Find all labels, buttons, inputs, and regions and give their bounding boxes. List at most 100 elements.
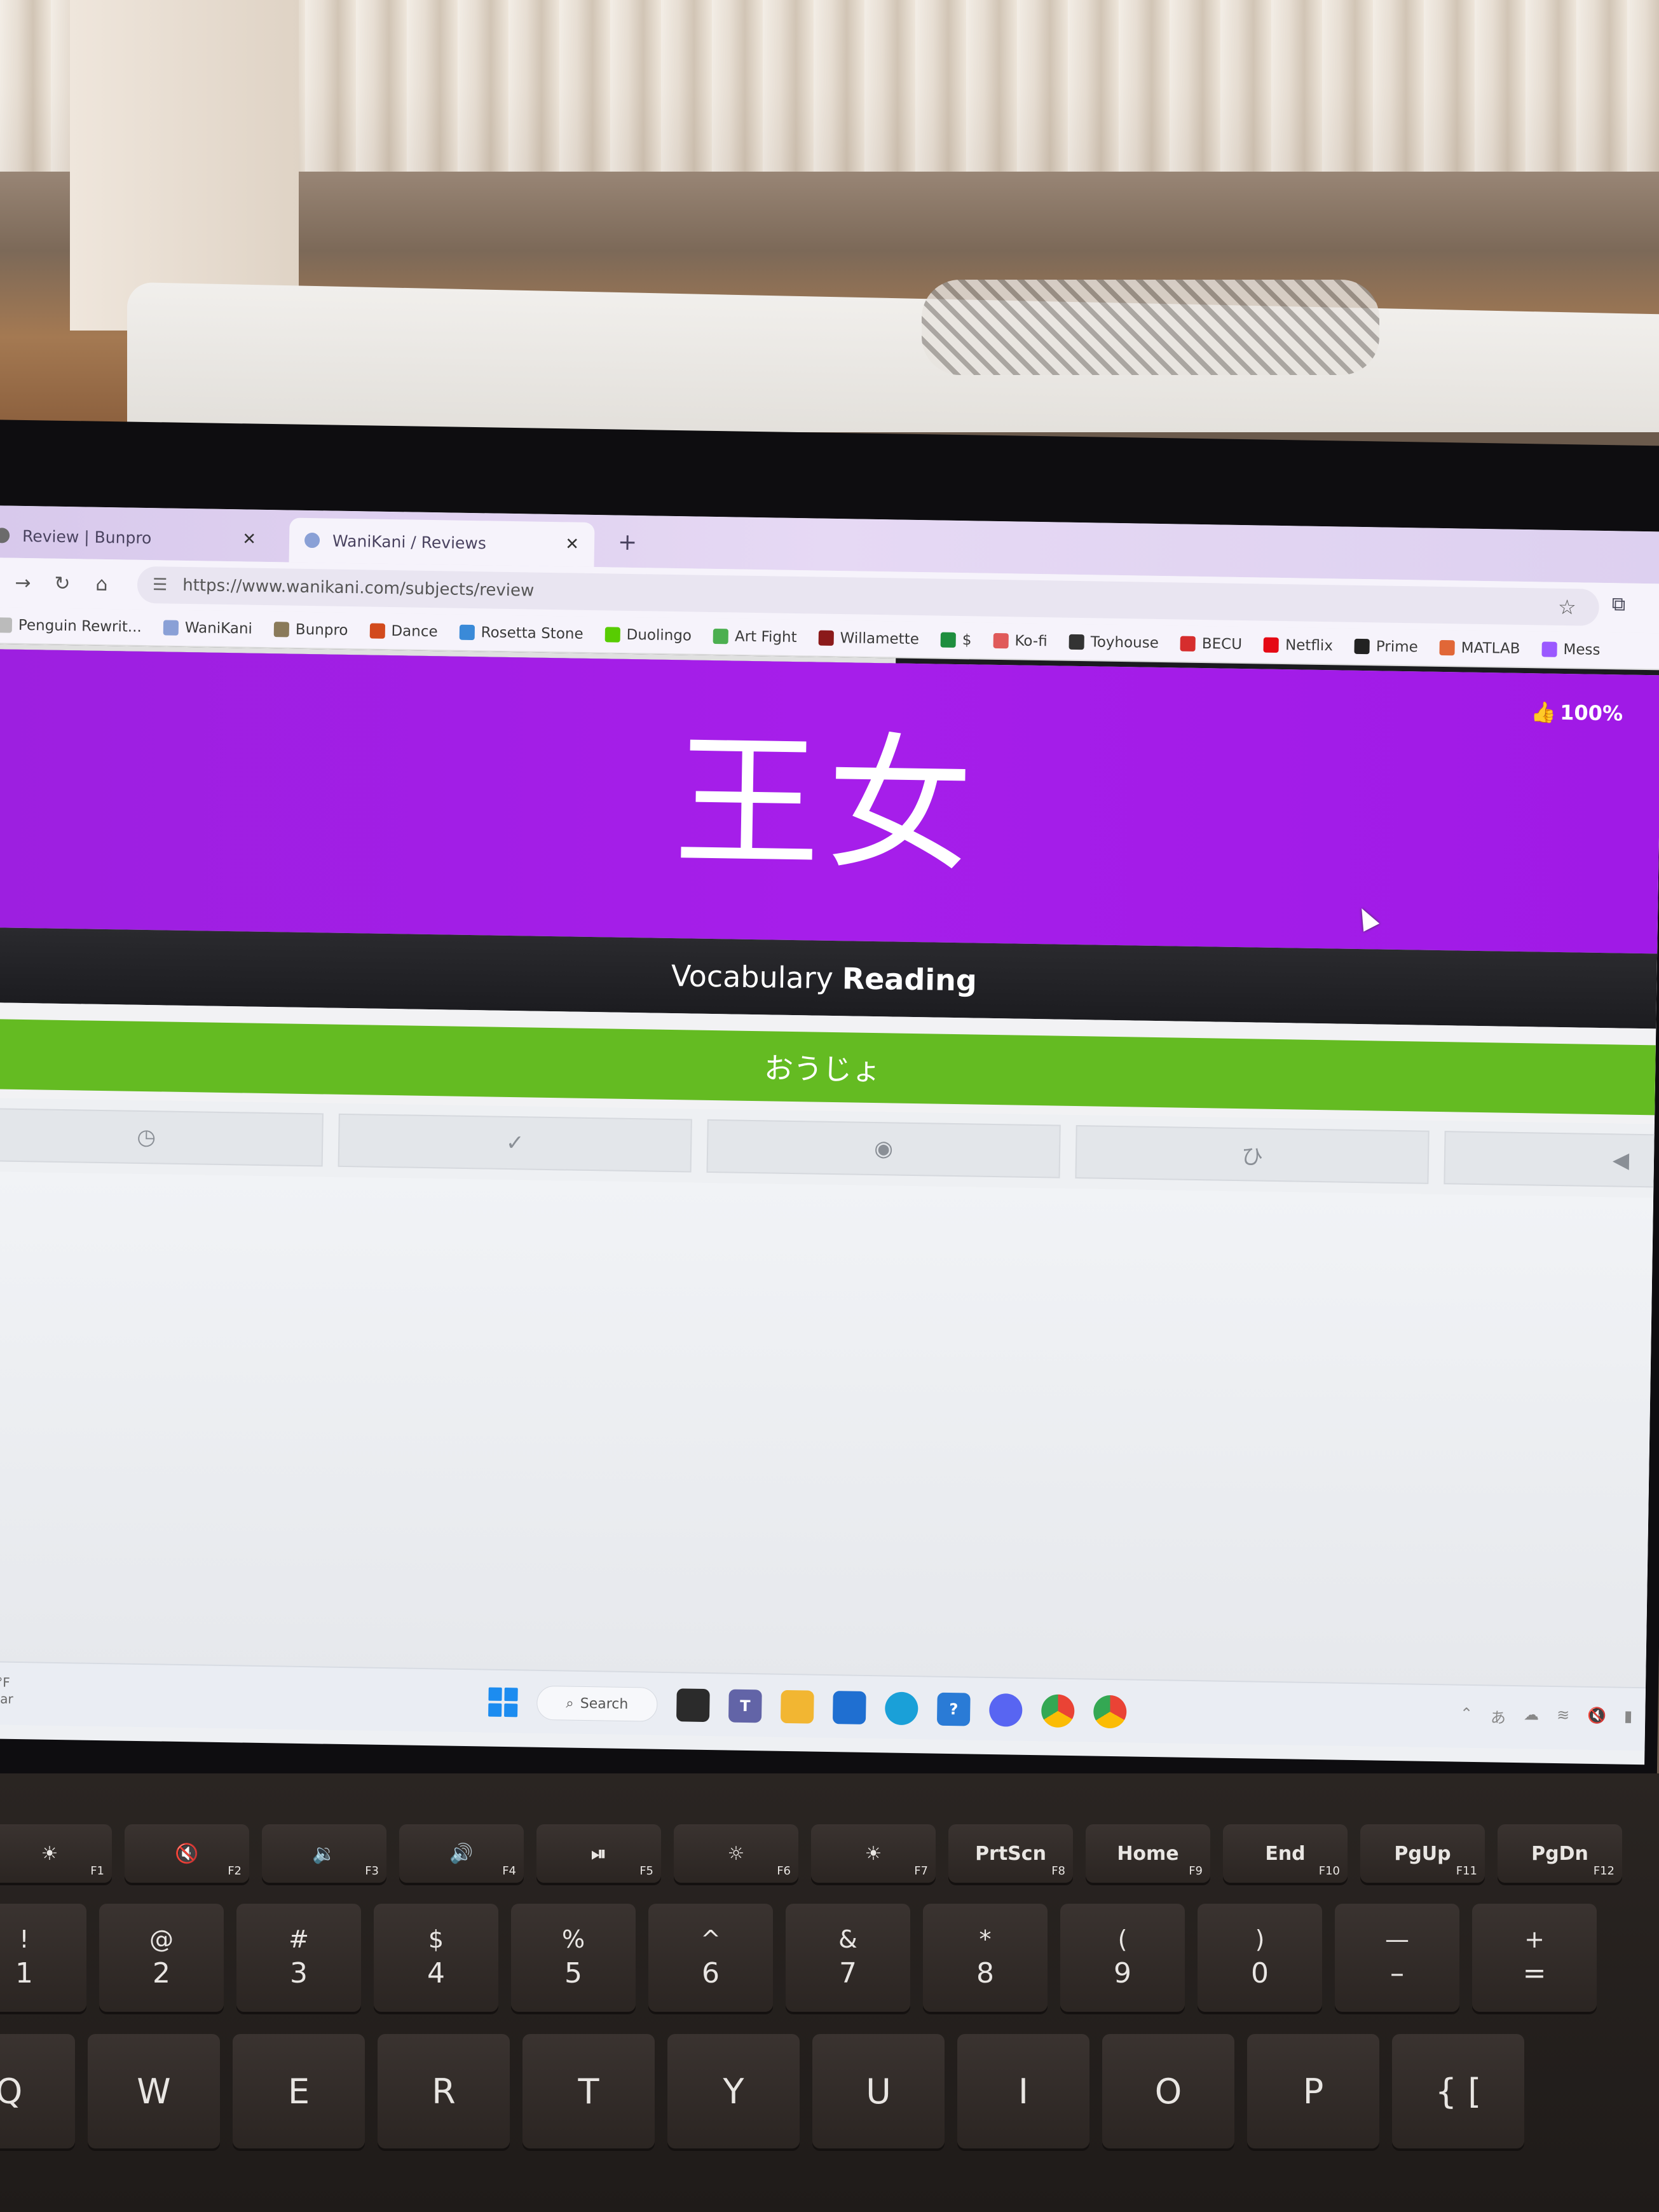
- number-key[interactable]: + =: [1472, 1904, 1597, 2012]
- home-icon[interactable]: ⌂: [88, 570, 116, 599]
- answer-input[interactable]: [568, 1046, 1077, 1089]
- last-items-button[interactable]: ◷: [0, 1107, 324, 1167]
- bookmark-item[interactable]: Ko-fi: [993, 632, 1048, 650]
- extensions-icon[interactable]: ⧉: [1611, 593, 1641, 623]
- bookmark-item[interactable]: Netflix: [1263, 637, 1333, 654]
- function-key[interactable]: Home F9: [1086, 1824, 1210, 1883]
- function-key[interactable]: ☼ F6: [674, 1824, 798, 1883]
- number-key[interactable]: ) 0: [1198, 1904, 1322, 2012]
- subject-character-area: 👍 100% 王女: [0, 649, 1659, 954]
- bookmark-star-icon[interactable]: ☆: [1558, 595, 1576, 619]
- letter-key[interactable]: { [: [1392, 2034, 1524, 2148]
- onedrive-icon[interactable]: ☁: [1524, 1705, 1539, 1728]
- function-key[interactable]: 🔉 F3: [262, 1824, 386, 1883]
- audio-button[interactable]: ◀: [1444, 1131, 1659, 1190]
- store-icon[interactable]: [832, 1691, 866, 1724]
- letter-key[interactable]: W: [88, 2034, 220, 2148]
- function-key[interactable]: PgUp F11: [1360, 1824, 1485, 1883]
- file-explorer-icon[interactable]: [780, 1690, 814, 1724]
- number-key[interactable]: ^ 6: [648, 1904, 773, 2012]
- new-tab-button[interactable]: +: [618, 529, 638, 556]
- function-key[interactable]: ☀ F1: [0, 1824, 112, 1883]
- close-tab-icon[interactable]: ✕: [565, 535, 579, 554]
- function-key[interactable]: ⏯ F5: [536, 1824, 661, 1883]
- number-key[interactable]: ! 1: [0, 1904, 86, 2012]
- function-key[interactable]: PgDn F12: [1498, 1824, 1622, 1883]
- key-label: End: [1265, 1842, 1306, 1865]
- taskbar-search[interactable]: ⌕ Search: [536, 1685, 658, 1722]
- letter-key[interactable]: P: [1247, 2034, 1379, 2148]
- function-key[interactable]: End F10: [1223, 1824, 1348, 1883]
- teams-icon[interactable]: T: [728, 1689, 762, 1723]
- answer-field-correct[interactable]: [0, 1019, 1656, 1116]
- number-key[interactable]: % 5: [511, 1904, 636, 2012]
- letter-key[interactable]: U: [812, 2034, 945, 2148]
- bookmark-item[interactable]: BECU: [1180, 636, 1242, 653]
- discord-icon[interactable]: [988, 1693, 1023, 1727]
- bookmark-item[interactable]: Toyhouse: [1068, 634, 1159, 652]
- mute-icon[interactable]: 🔇: [1587, 1707, 1606, 1729]
- forward-arrow-icon[interactable]: →: [9, 569, 38, 597]
- letter-key[interactable]: Q: [0, 2034, 75, 2148]
- function-key[interactable]: 🔇 F2: [125, 1824, 249, 1883]
- bookmark-item[interactable]: Art Fight: [713, 628, 797, 646]
- reload-icon[interactable]: ↻: [48, 570, 77, 598]
- bookmark-item[interactable]: Rosetta Stone: [459, 624, 584, 643]
- tab-bunpro-review[interactable]: Review | Bunpro ✕: [0, 513, 272, 562]
- key-label: 9: [1114, 1957, 1131, 1990]
- battery-icon[interactable]: ▮: [1624, 1707, 1633, 1730]
- number-key[interactable]: — –: [1335, 1904, 1459, 2012]
- task-view-icon[interactable]: [676, 1688, 710, 1723]
- weather-temp: 88°F: [0, 1674, 10, 1690]
- bookmark-item[interactable]: Willamette: [818, 630, 919, 648]
- bookmark-item[interactable]: MATLAB: [1439, 639, 1520, 657]
- key-fn-label: F12: [1593, 1864, 1615, 1878]
- number-key[interactable]: (9: [1060, 1904, 1185, 2012]
- number-key[interactable]: * 8: [923, 1904, 1048, 2012]
- view-info-button[interactable]: ◉: [706, 1119, 1061, 1178]
- site-settings-icon[interactable]: ☰: [153, 575, 168, 594]
- url-text[interactable]: https://www.wanikani.com/subjects/review: [182, 576, 534, 601]
- function-key[interactable]: 🔊 F4: [399, 1824, 524, 1883]
- letter-key[interactable]: I: [957, 2034, 1089, 2148]
- key-fn-label: F8: [1051, 1864, 1065, 1878]
- bookmark-item[interactable]: Penguin Rewrit...: [0, 617, 142, 636]
- ime-indicator[interactable]: あ: [1491, 1705, 1506, 1727]
- key-label: Y: [723, 2071, 744, 2112]
- function-key[interactable]: PrtScn F8: [948, 1824, 1073, 1883]
- letter-key[interactable]: T: [522, 2034, 655, 2148]
- bookmark-item[interactable]: $: [940, 632, 972, 648]
- number-key[interactable]: $4: [374, 1904, 498, 2012]
- start-button-icon[interactable]: [488, 1687, 518, 1717]
- bookmark-item[interactable]: Mess: [1541, 641, 1601, 659]
- add-synonym-button[interactable]: ひ: [1075, 1125, 1430, 1184]
- edge-icon[interactable]: [884, 1691, 918, 1726]
- bookmark-item[interactable]: Dance: [369, 622, 438, 640]
- wifi-icon[interactable]: ≋: [1557, 1706, 1570, 1728]
- number-key[interactable]: & 7: [786, 1904, 910, 2012]
- letter-key[interactable]: R: [378, 2034, 510, 2148]
- letter-key[interactable]: Y: [667, 2034, 800, 2148]
- bookmark-label: Duolingo: [626, 626, 692, 645]
- help-icon[interactable]: ?: [936, 1692, 971, 1726]
- bookmark-item[interactable]: Bunpro: [273, 621, 348, 639]
- key-fn-label: F6: [777, 1864, 791, 1878]
- letter-key[interactable]: E: [233, 2034, 365, 2148]
- bookmark-item[interactable]: Duolingo: [604, 626, 692, 644]
- weather-widget[interactable]: 88°F Clear: [0, 1674, 13, 1707]
- key-label: Q: [0, 2071, 23, 2112]
- chevron-up-icon[interactable]: ⌃: [1460, 1705, 1473, 1727]
- letter-key[interactable]: O: [1102, 2034, 1234, 2148]
- bookmark-label: Art Fight: [734, 628, 797, 646]
- close-tab-icon[interactable]: ✕: [242, 529, 256, 549]
- chrome-profile-icon[interactable]: [1093, 1695, 1127, 1729]
- bookmark-item[interactable]: Prime: [1354, 638, 1418, 655]
- number-key[interactable]: #3: [236, 1904, 361, 2012]
- tab-wanikani-reviews[interactable]: WaniKani / Reviews ✕: [289, 517, 595, 568]
- chrome-icon[interactable]: [1041, 1694, 1075, 1728]
- number-key[interactable]: @2: [99, 1904, 224, 2012]
- function-key[interactable]: ☀ F7: [811, 1824, 936, 1883]
- bookmark-item[interactable]: WaniKani: [163, 619, 252, 638]
- search-icon: ⌕: [566, 1695, 574, 1712]
- item-info-button[interactable]: ✓: [338, 1113, 692, 1173]
